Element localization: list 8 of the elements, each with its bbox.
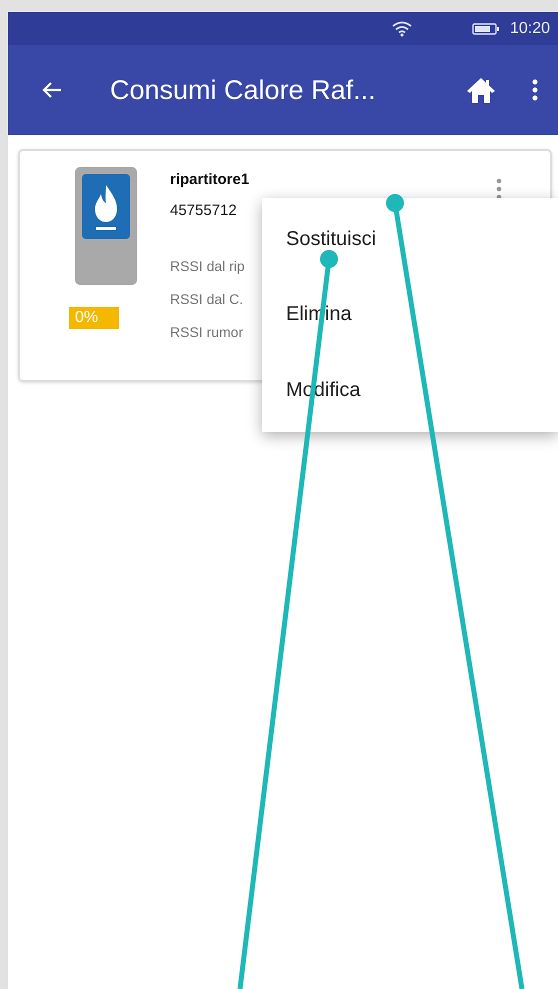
device-serial: 45755712 [170, 202, 237, 219]
rssi-label: RSSI rumor [170, 324, 244, 340]
device-name: ripartitore1 [170, 171, 250, 188]
status-time: 10:20 [510, 20, 550, 38]
rssi-label: RSSI dal rip [170, 258, 245, 274]
battery-level-badge: 0% [69, 307, 119, 329]
app-bar-title: Consumi Calore Raf... [110, 74, 377, 106]
rssi-label: RSSI dal C. [170, 291, 244, 307]
